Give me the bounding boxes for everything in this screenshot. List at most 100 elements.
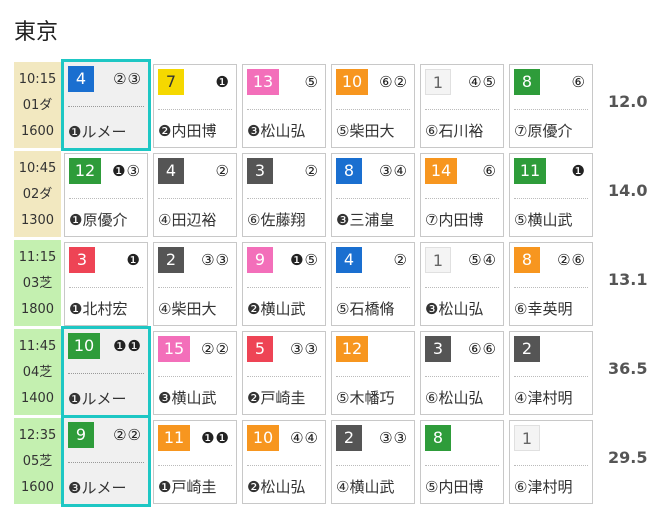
horse-card[interactable]: 2 ④津村明 [509, 331, 593, 415]
horse-number: 4 [68, 66, 94, 92]
horse-card-top: 8 [425, 425, 499, 451]
divider [336, 287, 410, 288]
jockey-name: ❸松山弘 [425, 299, 484, 318]
race-time: 10:15 [18, 71, 57, 87]
horse-card[interactable]: 1 ⑤④ ❸松山弘 [420, 242, 504, 326]
prediction-marks: ②③ [113, 70, 142, 88]
horse-number: 2 [336, 425, 362, 451]
jockey-name: ⑤横山武 [514, 210, 573, 229]
divider [336, 198, 410, 199]
horse-card[interactable]: 1 ⑥津村明 [509, 420, 593, 504]
jockey-name: ❷戸崎圭 [247, 388, 306, 407]
horse-card[interactable]: 11 ❶❶ ❶戸崎圭 [153, 420, 237, 504]
horse-card[interactable]: 14 ⑥ ⑦内田博 [420, 153, 504, 237]
horse-number: 12 [69, 158, 101, 184]
horse-card[interactable]: 10 ⑥② ⑤柴田大 [331, 64, 415, 148]
horse-card[interactable]: 2 ③③ ④柴田大 [153, 242, 237, 326]
horse-card[interactable]: 12 ❶③ ❶原優介 [64, 153, 148, 237]
jockey-name: ❶ルメー [68, 122, 127, 141]
jockey-name: ⑥松山弘 [425, 388, 484, 407]
horse-card[interactable]: 2 ③③ ④横山武 [331, 420, 415, 504]
horse-card[interactable]: 9 ②② ❸ルメー [61, 415, 151, 507]
jockey-name: ④田辺裕 [158, 210, 217, 229]
horse-card[interactable]: 4 ② ⑤石橋脩 [331, 242, 415, 326]
jockey-name: ⑤木幡巧 [336, 388, 395, 407]
race-time: 10:45 [18, 160, 57, 176]
prediction-marks: ② [215, 162, 230, 180]
race-dist: 1300 [20, 212, 55, 228]
horse-card[interactable]: 3 ❶ ❶北村宏 [64, 242, 148, 326]
race-dist: 1600 [20, 123, 55, 139]
horse-card[interactable]: 8 ⑥ ⑦原優介 [509, 64, 593, 148]
divider [514, 198, 588, 199]
divider [247, 109, 321, 110]
jockey-name: ❸横山武 [158, 388, 217, 407]
horse-card[interactable]: 10 ④④ ❷松山弘 [242, 420, 326, 504]
horse-card[interactable]: 12 ⑤木幡巧 [331, 331, 415, 415]
race-info[interactable]: 10:45 02ダ 1300 [14, 151, 61, 237]
horse-number: 8 [514, 247, 540, 273]
horse-card-top: 15 ②② [158, 336, 232, 362]
race-info[interactable]: 11:15 03芝 1800 [14, 240, 61, 326]
horse-card[interactable]: 13 ⑤ ❸松山弘 [242, 64, 326, 148]
divider [514, 287, 588, 288]
venue-title: 東京 [14, 20, 59, 45]
horse-card[interactable]: 4 ② ④田辺裕 [153, 153, 237, 237]
prediction-marks: ❶⑤ [290, 251, 319, 269]
race-time: 11:45 [18, 338, 57, 354]
jockey-name: ⑤柴田大 [336, 121, 395, 140]
prediction-marks: ④⑤ [468, 73, 497, 91]
horse-number: 12 [336, 336, 368, 362]
horse-card[interactable]: 3 ⑥⑥ ⑥松山弘 [420, 331, 504, 415]
divider [425, 198, 499, 199]
jockey-name: ⑤石橋脩 [336, 299, 395, 318]
race-info[interactable]: 10:15 01ダ 1600 [14, 62, 61, 148]
race-info[interactable]: 11:45 04芝 1400 [14, 329, 61, 415]
horse-number: 9 [247, 247, 273, 273]
divider [158, 376, 232, 377]
horse-card[interactable]: 5 ③③ ❷戸崎圭 [242, 331, 326, 415]
horse-card[interactable]: 9 ❶⑤ ❷横山武 [242, 242, 326, 326]
jockey-name: ⑥津村明 [514, 477, 573, 496]
horse-number: 11 [158, 425, 190, 451]
divider [247, 465, 321, 466]
divider [514, 109, 588, 110]
horse-number: 15 [158, 336, 190, 362]
prediction-marks: ❶❶ [113, 337, 142, 355]
horse-card[interactable]: 15 ②② ❸横山武 [153, 331, 237, 415]
prediction-marks: ③③ [201, 251, 230, 269]
prediction-marks: ② [393, 251, 408, 269]
horse-card[interactable]: 3 ② ⑥佐藤翔 [242, 153, 326, 237]
horse-card-top: 12 [336, 336, 410, 362]
horse-card[interactable]: 8 ③④ ❸三浦皇 [331, 153, 415, 237]
divider [158, 109, 232, 110]
horse-card[interactable]: 7 ❶ ❷内田博 [153, 64, 237, 148]
race-time: 11:15 [18, 249, 57, 265]
race-time: 12:35 [18, 427, 57, 443]
jockey-name: ⑦内田博 [425, 210, 484, 229]
prediction-marks: ③③ [290, 340, 319, 358]
horse-card-top: 2 ③③ [158, 247, 232, 273]
jockey-name: ⑤内田博 [425, 477, 484, 496]
prediction-marks: ②⑥ [557, 251, 586, 269]
horse-card-top: 2 ③③ [336, 425, 410, 451]
divider [68, 373, 144, 374]
horse-card-top: 5 ③③ [247, 336, 321, 362]
horse-card[interactable]: 8 ②⑥ ⑥幸英明 [509, 242, 593, 326]
horse-card-top: 7❶ [158, 69, 232, 95]
divider [514, 376, 588, 377]
prediction-marks: ③③ [379, 429, 408, 447]
prediction-marks: ⑥ [571, 73, 586, 91]
prediction-marks: ②② [201, 340, 230, 358]
divider [514, 465, 588, 466]
divider [247, 198, 321, 199]
horse-number: 7 [158, 69, 184, 95]
horse-card[interactable]: 10 ❶❶ ❶ルメー [61, 326, 151, 418]
horse-card[interactable]: 4 ②③ ❶ルメー [61, 59, 151, 151]
race-info[interactable]: 12:35 05芝 1600 [14, 418, 61, 504]
horse-card[interactable]: 8 ⑤内田博 [420, 420, 504, 504]
horse-card[interactable]: 1 ④⑤ ⑥石川裕 [420, 64, 504, 148]
horse-card[interactable]: 11 ❶ ⑤横山武 [509, 153, 593, 237]
horse-number: 3 [247, 158, 273, 184]
race-dist: 1600 [20, 479, 55, 495]
